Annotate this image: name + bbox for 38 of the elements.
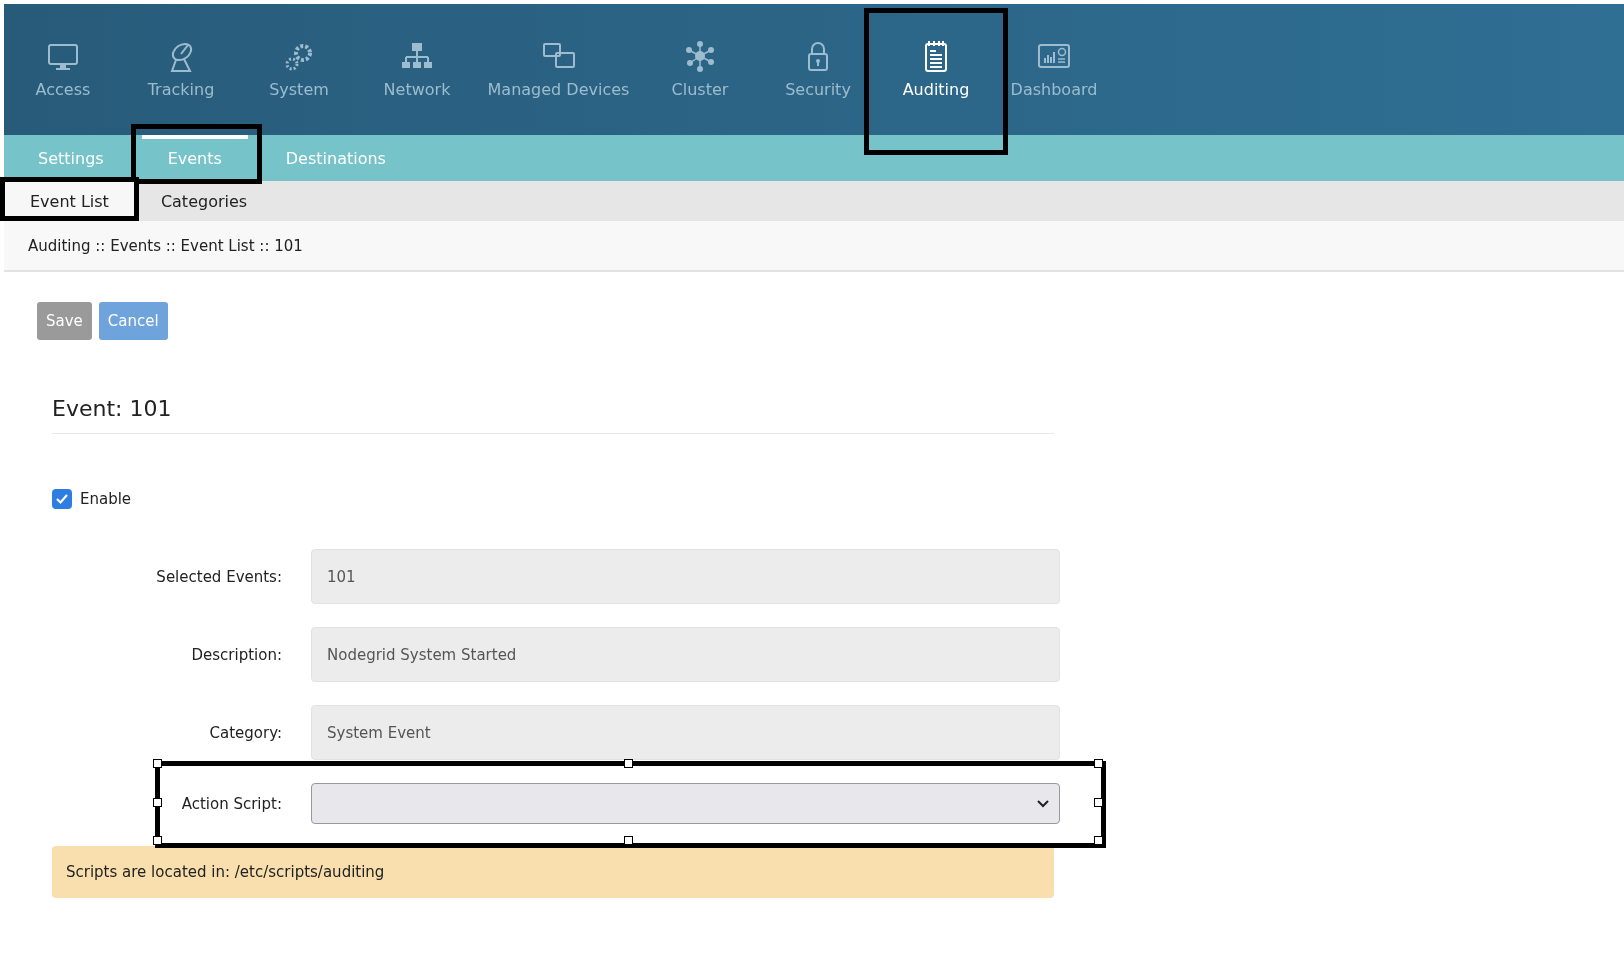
resize-handle[interactable] bbox=[1094, 797, 1103, 807]
tab[interactable]: Destinations bbox=[253, 135, 418, 181]
nav-item[interactable]: Dashboard bbox=[995, 4, 1113, 135]
subtab[interactable]: Categories bbox=[134, 181, 274, 221]
tab[interactable]: Settings bbox=[6, 135, 136, 181]
resize-handle[interactable] bbox=[1094, 759, 1103, 768]
breadcrumb: Auditing :: Events :: Event List :: 101 bbox=[4, 221, 1624, 272]
resize-handle[interactable] bbox=[153, 836, 162, 845]
resize-handle[interactable] bbox=[623, 759, 633, 768]
field-label: Category: bbox=[209, 723, 282, 742]
checkmark-icon bbox=[55, 492, 69, 506]
enable-checkbox[interactable] bbox=[52, 489, 72, 509]
resize-handle[interactable] bbox=[1094, 836, 1103, 845]
input-field[interactable]: System Event bbox=[311, 705, 1060, 760]
nav-item[interactable]: Security bbox=[759, 4, 877, 135]
nav-item[interactable]: Access bbox=[4, 4, 122, 135]
field-label: Description: bbox=[191, 645, 282, 664]
tab[interactable]: Events bbox=[135, 135, 254, 181]
cancel-button[interactable]: Cancel bbox=[98, 302, 168, 340]
checkbox-label: Enable bbox=[80, 490, 132, 508]
nav-item[interactable]: Network bbox=[358, 4, 476, 135]
dropdown-field[interactable] bbox=[311, 783, 1060, 824]
resize-handle[interactable] bbox=[153, 797, 162, 807]
input-field[interactable]: 101 bbox=[311, 549, 1060, 604]
info-note: Scripts are located in: /etc/scripts/auditing bbox=[52, 846, 1054, 898]
nav-item[interactable]: Auditing bbox=[877, 4, 995, 135]
hub-icon bbox=[683, 40, 717, 72]
field-label: Selected Events: bbox=[156, 567, 282, 586]
page-title: Event: 101 bbox=[52, 396, 1054, 434]
resize-handle[interactable] bbox=[153, 759, 162, 768]
resize-handle[interactable] bbox=[623, 836, 633, 845]
field-label: Action Script: bbox=[181, 794, 282, 813]
nav-item[interactable]: Tracking bbox=[122, 4, 240, 135]
input-field[interactable]: Nodegrid System Started bbox=[311, 627, 1060, 682]
chevron-down-icon bbox=[1037, 799, 1049, 808]
nav-item[interactable]: Cluster bbox=[641, 4, 759, 135]
nav-item[interactable]: Managed Devices bbox=[476, 4, 641, 135]
nav-item[interactable]: System bbox=[240, 4, 358, 135]
